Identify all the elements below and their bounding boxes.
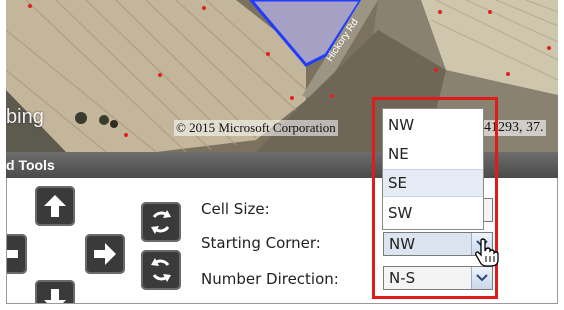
arrow-down-icon — [44, 289, 66, 303]
move-down-button[interactable] — [35, 280, 75, 303]
hand-cursor-icon — [475, 238, 499, 267]
arrow-right-icon — [94, 243, 116, 265]
rotate-clockwise-button[interactable] — [141, 250, 181, 290]
number-direction-label: Number Direction: — [201, 270, 339, 288]
move-up-button[interactable] — [35, 186, 75, 226]
panel-title: d Tools — [6, 157, 55, 173]
rotate-icon — [151, 258, 171, 282]
arrow-up-icon — [44, 195, 66, 217]
arrow-left-icon — [7, 243, 18, 265]
map-copyright: © 2015 Microsoft Corporation — [174, 120, 338, 136]
annotation-highlight-box — [372, 97, 498, 299]
starting-corner-label: Starting Corner: — [201, 234, 321, 252]
move-left-button[interactable] — [7, 234, 27, 274]
rotate-icon — [151, 210, 171, 234]
cell-size-label: Cell Size: — [201, 200, 270, 218]
rotate-counterclockwise-button[interactable] — [141, 202, 181, 242]
bing-logo: bing — [6, 106, 44, 128]
move-right-button[interactable] — [85, 234, 125, 274]
